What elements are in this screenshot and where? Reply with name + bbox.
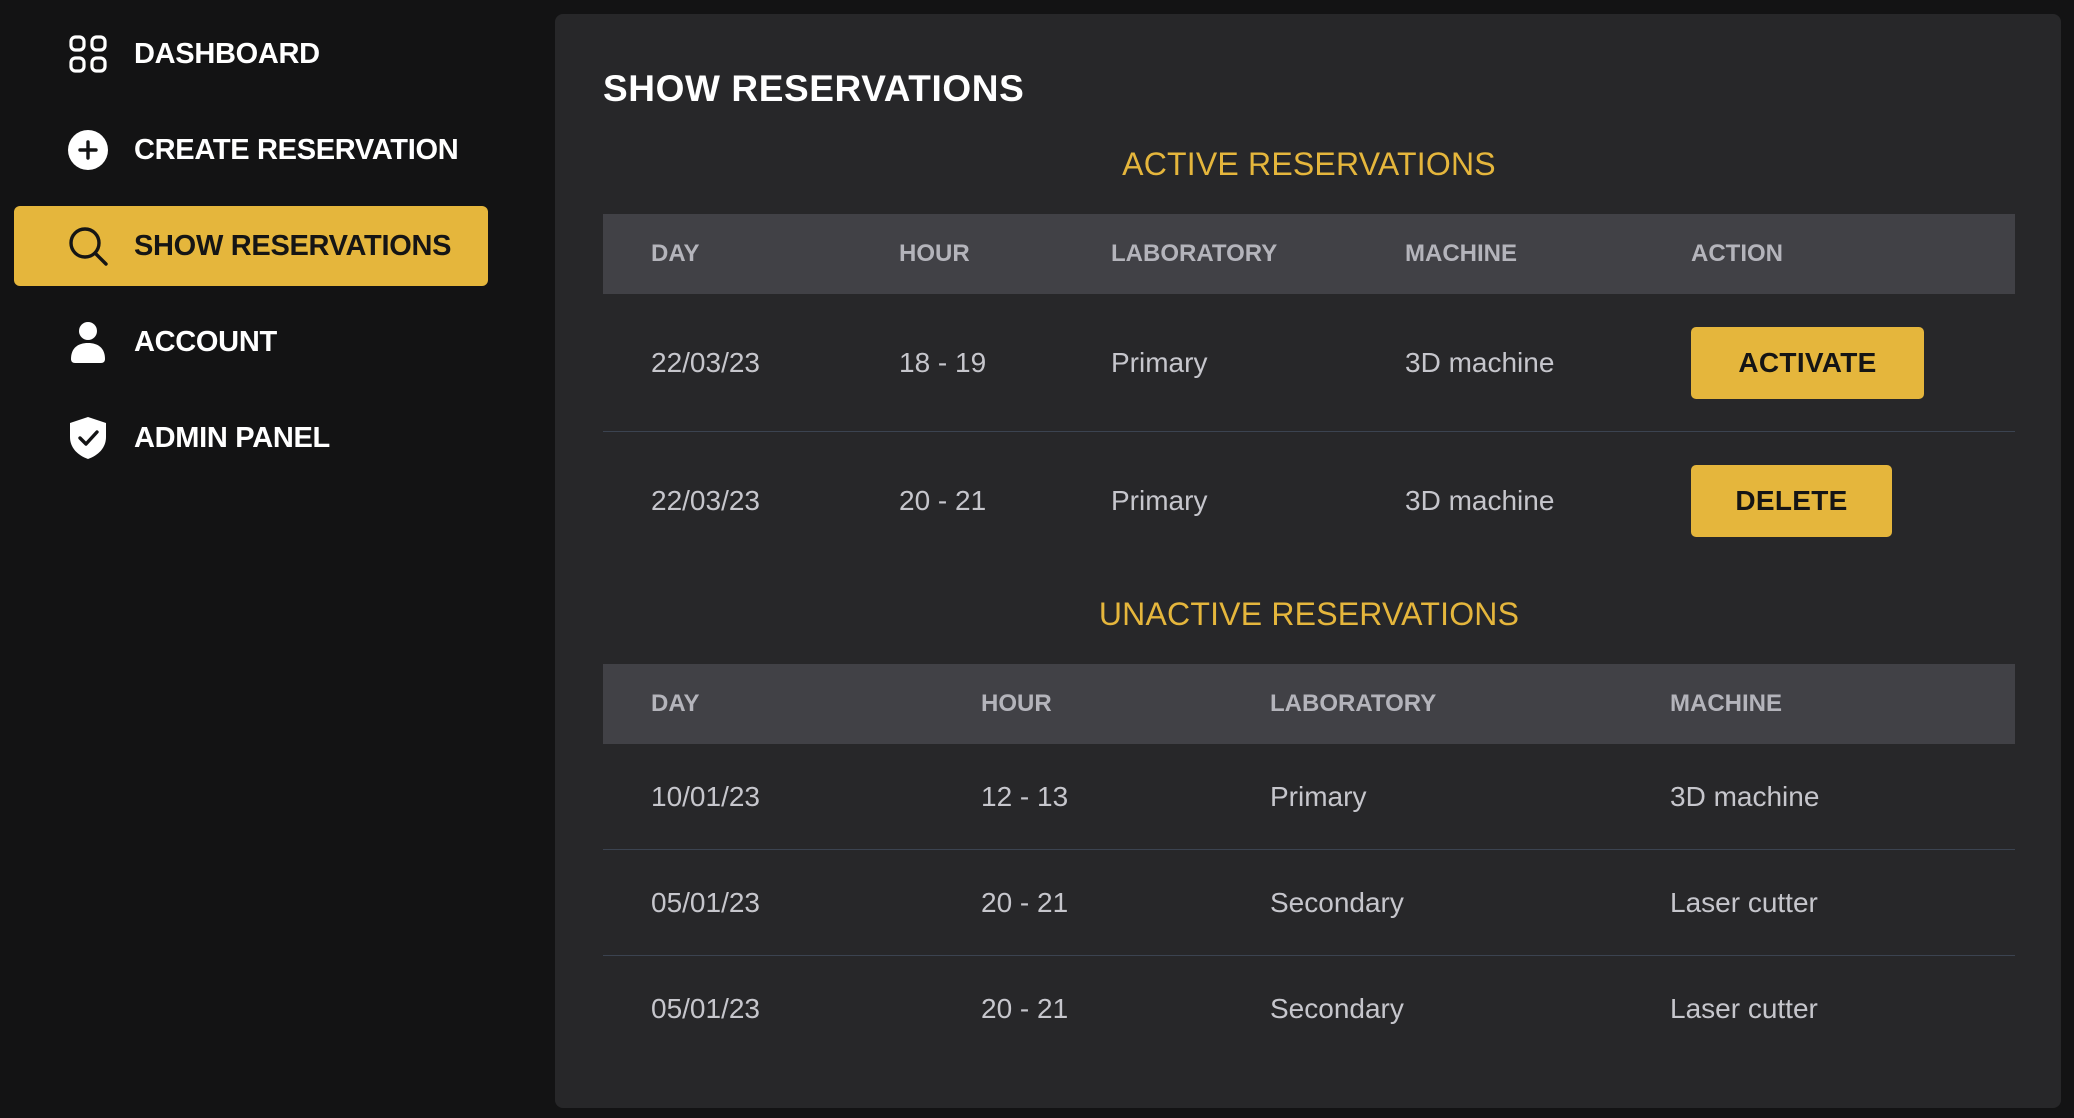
cell-day: 05/01/23: [651, 993, 760, 1024]
column-header-laboratory: LABORATORY: [1270, 690, 1437, 717]
sidebar-item-show-reservations[interactable]: SHOW RESERVATIONS: [14, 206, 488, 286]
cell-machine: 3D machine: [1670, 781, 1820, 812]
column-header-hour: HOUR: [981, 690, 1052, 717]
column-header-laboratory: LABORATORY: [1111, 240, 1278, 267]
cell-hour: 20 - 21: [899, 485, 987, 516]
table-row: 05/01/23 20 - 21 Secondary Laser cutter: [603, 850, 2015, 956]
cell-machine: Laser cutter: [1670, 993, 1818, 1024]
cell-hour: 18 - 19: [899, 347, 987, 378]
table-row: 05/01/23 20 - 21 Secondary Laser cutter: [603, 956, 2015, 1061]
page-title: SHOW RESERVATIONS: [603, 68, 1025, 109]
cell-day: 22/03/23: [651, 485, 760, 516]
sidebar: DASHBOARD CREATE RESERVATION SHOW RESERV…: [0, 0, 520, 1118]
table-row: 22/03/23 18 - 19 Primary 3D machine ACTI…: [603, 294, 2015, 432]
sidebar-item-account[interactable]: ACCOUNT: [14, 302, 488, 382]
shield-check-icon: [66, 416, 110, 460]
cell-machine: Laser cutter: [1670, 887, 1818, 918]
sidebar-item-create-reservation[interactable]: CREATE RESERVATION: [14, 110, 488, 190]
column-header-action: ACTION: [1691, 240, 1783, 267]
cell-machine: 3D machine: [1405, 347, 1555, 378]
active-reservations-title: ACTIVE RESERVATIONS: [1122, 146, 1496, 182]
activate-button[interactable]: ACTIVATE: [1691, 327, 1924, 399]
search-icon: [66, 224, 110, 268]
sidebar-item-label: SHOW RESERVATIONS: [134, 229, 452, 262]
cell-day: 05/01/23: [651, 887, 760, 918]
cell-laboratory: Primary: [1111, 347, 1208, 378]
sidebar-item-label: ACCOUNT: [134, 325, 277, 358]
column-header-day: DAY: [651, 690, 700, 717]
column-header-day: DAY: [651, 240, 700, 267]
unactive-reservations-table: DAY HOUR LABORATORY MACHINE 10/01/23 12 …: [603, 664, 2015, 1061]
column-header-hour: HOUR: [899, 240, 970, 267]
user-icon: [66, 320, 110, 364]
cell-day: 10/01/23: [651, 781, 760, 812]
sidebar-item-label: ADMIN PANEL: [134, 421, 330, 454]
grid-icon: [66, 32, 110, 76]
cell-laboratory: Secondary: [1270, 887, 1404, 918]
sidebar-item-admin-panel[interactable]: ADMIN PANEL: [14, 398, 488, 478]
cell-day: 22/03/23: [651, 347, 760, 378]
table-header: DAY HOUR LABORATORY MACHINE ACTION: [603, 214, 2015, 294]
sidebar-item-label: CREATE RESERVATION: [134, 133, 459, 166]
cell-laboratory: Primary: [1111, 485, 1208, 516]
cell-hour: 12 - 13: [981, 781, 1069, 812]
cell-machine: 3D machine: [1405, 485, 1555, 516]
cell-laboratory: Secondary: [1270, 993, 1404, 1024]
table-row: 22/03/23 20 - 21 Primary 3D machine DELE…: [603, 432, 2015, 569]
column-header-machine: MACHINE: [1405, 240, 1517, 267]
table-header: DAY HOUR LABORATORY MACHINE: [603, 664, 2015, 744]
delete-button[interactable]: DELETE: [1691, 465, 1892, 537]
sidebar-item-dashboard[interactable]: DASHBOARD: [14, 14, 488, 94]
plus-circle-icon: [66, 128, 110, 172]
active-reservations-table: DAY HOUR LABORATORY MACHINE ACTION 22/03…: [603, 214, 2015, 569]
sidebar-item-label: DASHBOARD: [134, 37, 320, 70]
cell-laboratory: Primary: [1270, 781, 1367, 812]
cell-hour: 20 - 21: [981, 887, 1069, 918]
reservations-panel: SHOW RESERVATIONS ACTIVE RESERVATIONS DA…: [555, 14, 2061, 1108]
cell-hour: 20 - 21: [981, 993, 1069, 1024]
column-header-machine: MACHINE: [1670, 690, 1782, 717]
unactive-reservations-title: UNACTIVE RESERVATIONS: [1098, 596, 1520, 632]
table-row: 10/01/23 12 - 13 Primary 3D machine: [603, 744, 2015, 850]
